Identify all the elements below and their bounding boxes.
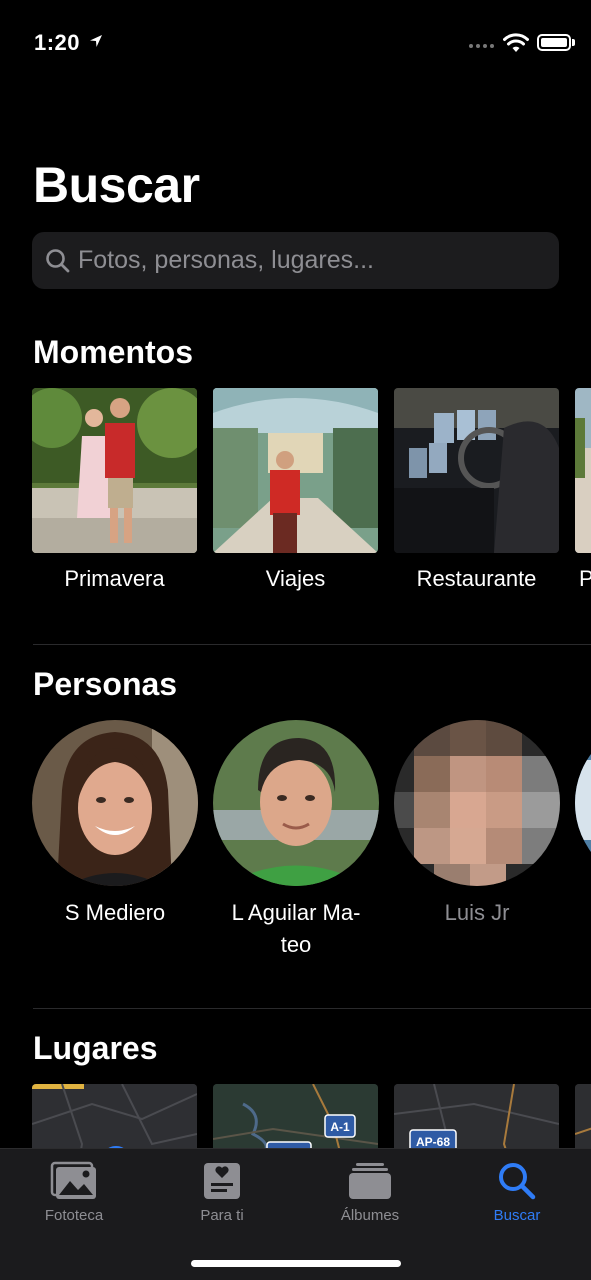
person-card-partial[interactable]: [575, 720, 591, 886]
page-title: Buscar: [33, 157, 200, 213]
road-label-a1: A-1: [330, 1120, 350, 1134]
search-icon: [499, 1163, 536, 1200]
home-indicator[interactable]: [191, 1260, 401, 1267]
tab-fototeca[interactable]: Fototeca: [0, 1149, 148, 1239]
moment-label: Restaurante: [416, 566, 537, 591]
wifi-icon: [503, 33, 529, 52]
tab-label: Álbumes: [340, 1207, 400, 1224]
tab-buscar[interactable]: Buscar: [443, 1149, 591, 1239]
place-map-card-partial[interactable]: [575, 1084, 591, 1154]
location-arrow-icon: [90, 35, 102, 47]
status-bar: 1:20: [0, 0, 591, 88]
tab-albumes[interactable]: Álbumes: [296, 1149, 444, 1239]
tab-label: Para ti: [200, 1207, 244, 1224]
place-map-card[interactable]: [32, 1084, 197, 1154]
person-name: Luis Jr: [444, 900, 510, 925]
search-field[interactable]: [32, 232, 559, 289]
moment-thumbnail: [394, 388, 559, 553]
place-map-card[interactable]: AP-68: [394, 1084, 559, 1154]
person-avatar-blurred: [394, 720, 560, 886]
place-map-card[interactable]: A-1: [213, 1084, 378, 1154]
person-card[interactable]: Luis Jr: [394, 720, 560, 925]
cellular-signal-icon: [469, 44, 494, 48]
person-avatar: [32, 720, 198, 886]
moment-card-restaurante[interactable]: Restaurante: [394, 388, 559, 591]
moment-thumbnail: [213, 388, 378, 553]
search-icon: [46, 249, 70, 273]
moment-label: P: [579, 566, 591, 591]
road-label-ap68: AP-68: [416, 1135, 450, 1149]
moments-section-title: Momentos: [33, 334, 193, 370]
moment-label: Primavera: [64, 566, 165, 591]
moment-label: Viajes: [265, 566, 326, 591]
search-input[interactable]: [78, 232, 548, 289]
people-section-title: Personas: [33, 666, 178, 702]
person-avatar: [575, 720, 591, 886]
moment-card-viajes[interactable]: Viajes: [213, 388, 378, 591]
person-card[interactable]: L Aguilar Ma- teo: [213, 720, 379, 957]
moment-thumbnail: [575, 388, 591, 553]
person-name: S Mediero: [64, 900, 166, 925]
places-section-title: Lugares: [33, 1030, 158, 1066]
people-carousel[interactable]: S Mediero L Aguilar Ma- teo Luis Jr: [32, 720, 591, 960]
status-time: 1:20: [34, 30, 81, 55]
tab-label: Buscar: [493, 1207, 541, 1224]
places-carousel[interactable]: A-1 AP-68: [32, 1084, 591, 1154]
tab-label: Fototeca: [44, 1207, 104, 1224]
moment-thumbnail: [32, 388, 197, 553]
battery-icon: [537, 34, 571, 51]
moment-card-primavera[interactable]: Primavera: [32, 388, 197, 591]
photo-library-icon: [50, 1161, 96, 1199]
battery-tip: [572, 39, 575, 46]
moment-card-partial[interactable]: P: [575, 388, 591, 591]
person-name: L Aguilar Ma- teo: [231, 900, 361, 957]
section-divider: [33, 644, 591, 645]
for-you-icon: [204, 1163, 240, 1199]
person-card[interactable]: S Mediero: [32, 720, 198, 925]
section-divider: [33, 1008, 591, 1009]
tab-para-ti[interactable]: Para ti: [148, 1149, 296, 1239]
albums-icon: [349, 1163, 391, 1199]
moments-carousel[interactable]: Primavera Viajes Restaurante P: [32, 388, 591, 598]
person-avatar: [213, 720, 379, 886]
